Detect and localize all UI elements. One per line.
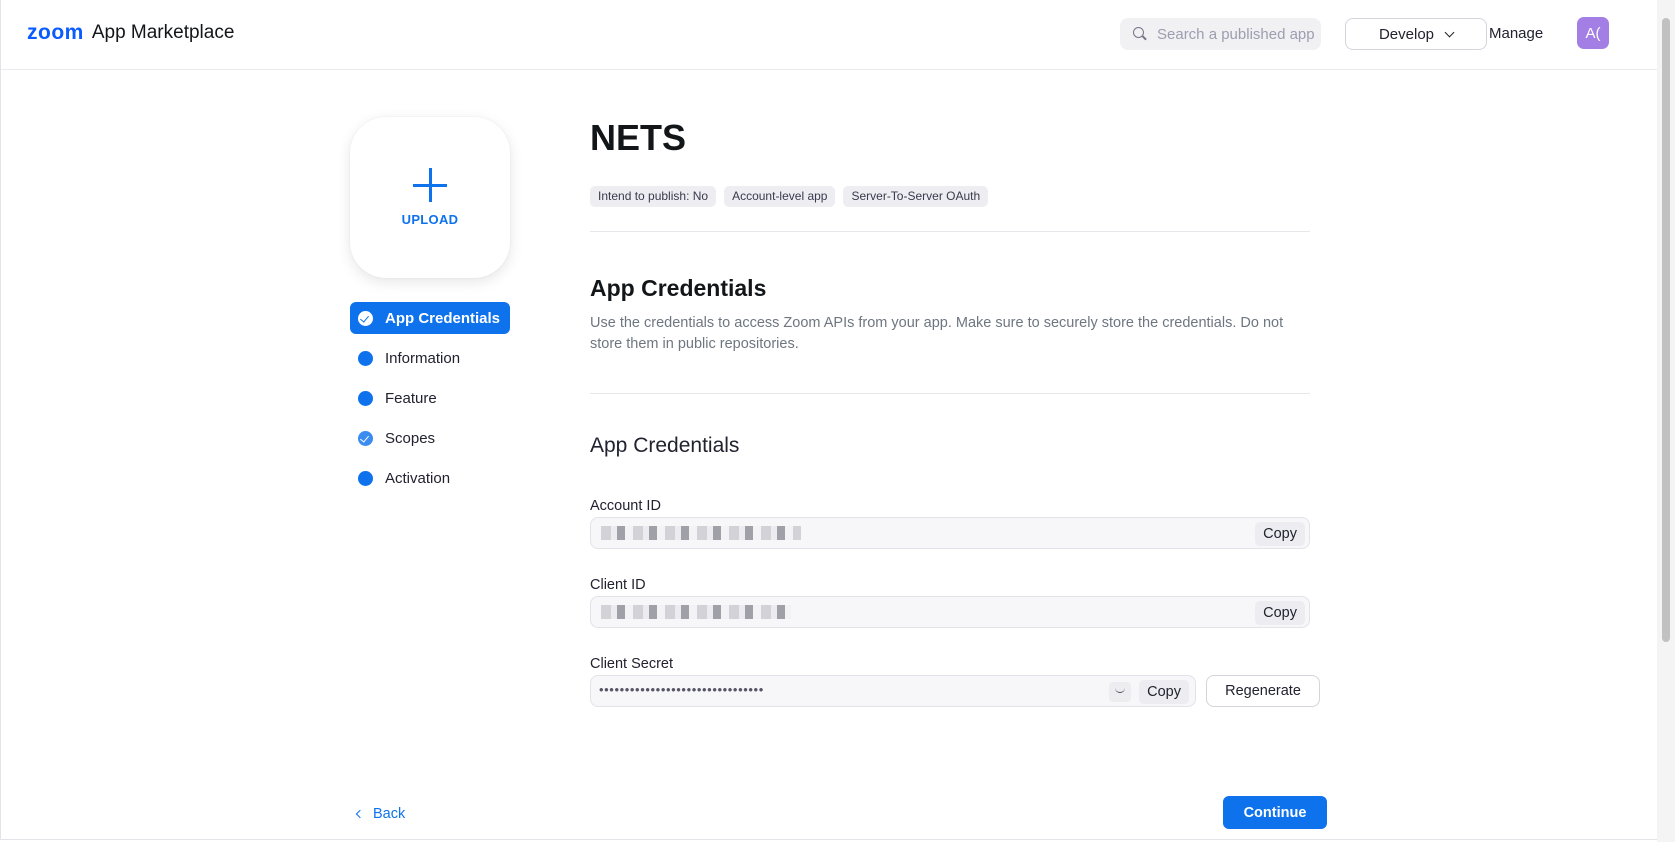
regenerate-button[interactable]: Regenerate — [1206, 675, 1320, 707]
nav-item-feature[interactable]: Feature — [350, 382, 510, 414]
redacted-value — [601, 605, 791, 619]
dot-icon — [358, 390, 373, 406]
eye-closed-icon[interactable] — [1109, 682, 1131, 702]
credentials-subtitle: App Credentials — [590, 434, 740, 457]
account-id-field[interactable]: Copy — [590, 517, 1310, 549]
app-name-title: NETS — [590, 117, 687, 158]
account-id-label: Account ID — [590, 498, 661, 514]
chevron-left-icon — [355, 809, 365, 819]
check-circle-icon — [358, 310, 373, 326]
section-title: App Credentials — [590, 275, 767, 301]
top-header: zoom App Marketplace Develop Manage A( — [1, 0, 1657, 70]
nav-item-information[interactable]: Information — [350, 342, 510, 374]
tag-auth-type: Server-To-Server OAuth — [843, 186, 989, 207]
dot-icon — [358, 470, 373, 486]
dot-icon — [358, 350, 373, 366]
divider — [590, 393, 1310, 394]
back-label: Back — [373, 806, 406, 822]
plus-icon — [413, 168, 447, 202]
nav-item-label: App Credentials — [385, 309, 501, 327]
app-tags: Intend to publish: No Account-level app … — [590, 186, 1310, 207]
upload-label: UPLOAD — [401, 212, 459, 227]
chevron-down-icon — [1444, 27, 1455, 37]
nav-item-app-credentials[interactable]: App Credentials — [350, 302, 510, 334]
search-input[interactable] — [1157, 25, 1317, 43]
nav-item-label: Scopes — [385, 429, 436, 447]
manage-link[interactable]: Manage — [1489, 25, 1549, 42]
upload-icon-button[interactable]: UPLOAD — [350, 117, 510, 278]
divider — [590, 231, 1310, 232]
copy-account-id-button[interactable]: Copy — [1255, 522, 1305, 546]
search-box[interactable] — [1120, 18, 1321, 50]
nav-item-label: Feature — [385, 389, 437, 407]
avatar[interactable]: A( — [1577, 17, 1609, 49]
continue-button[interactable]: Continue — [1223, 796, 1327, 829]
copy-client-secret-button[interactable]: Copy — [1139, 680, 1189, 704]
zoom-wordmark: zoom — [27, 21, 84, 44]
develop-dropdown[interactable]: Develop — [1345, 18, 1487, 50]
vertical-scrollbar[interactable] — [1657, 0, 1675, 842]
app-viewport: zoom App Marketplace Develop Manage A( U… — [0, 0, 1657, 840]
back-link[interactable]: Back — [355, 806, 406, 822]
develop-label: Develop — [1378, 25, 1435, 43]
tag-app-level: Account-level app — [724, 186, 836, 207]
copy-client-id-button[interactable]: Copy — [1255, 601, 1305, 625]
nav-item-label: Information — [385, 349, 461, 367]
client-secret-masked: •••••••••••••••••••••••••••••••• — [599, 682, 764, 697]
nav-item-label: Activation — [385, 469, 451, 487]
nav-item-scopes[interactable]: Scopes — [350, 422, 510, 454]
zoom-logo[interactable]: zoom App Marketplace — [27, 21, 234, 45]
client-secret-field[interactable]: •••••••••••••••••••••••••••••••• Copy — [590, 675, 1196, 707]
scrollbar-thumb[interactable] — [1662, 18, 1670, 642]
client-secret-label: Client Secret — [590, 656, 674, 672]
client-id-field[interactable]: Copy — [590, 596, 1310, 628]
search-icon — [1133, 27, 1147, 41]
nav-item-activation[interactable]: Activation — [350, 462, 510, 494]
section-description: Use the credentials to access Zoom APIs … — [590, 315, 1284, 352]
tag-publish: Intend to publish: No — [590, 186, 717, 207]
client-id-label: Client ID — [590, 577, 646, 593]
step-nav: App Credentials Information Feature Scop… — [350, 302, 510, 502]
check-circle-icon — [358, 430, 373, 446]
main-content: NETS Intend to publish: No Account-level… — [590, 117, 1320, 707]
marketplace-title: App Marketplace — [91, 22, 235, 43]
redacted-value — [601, 526, 801, 540]
